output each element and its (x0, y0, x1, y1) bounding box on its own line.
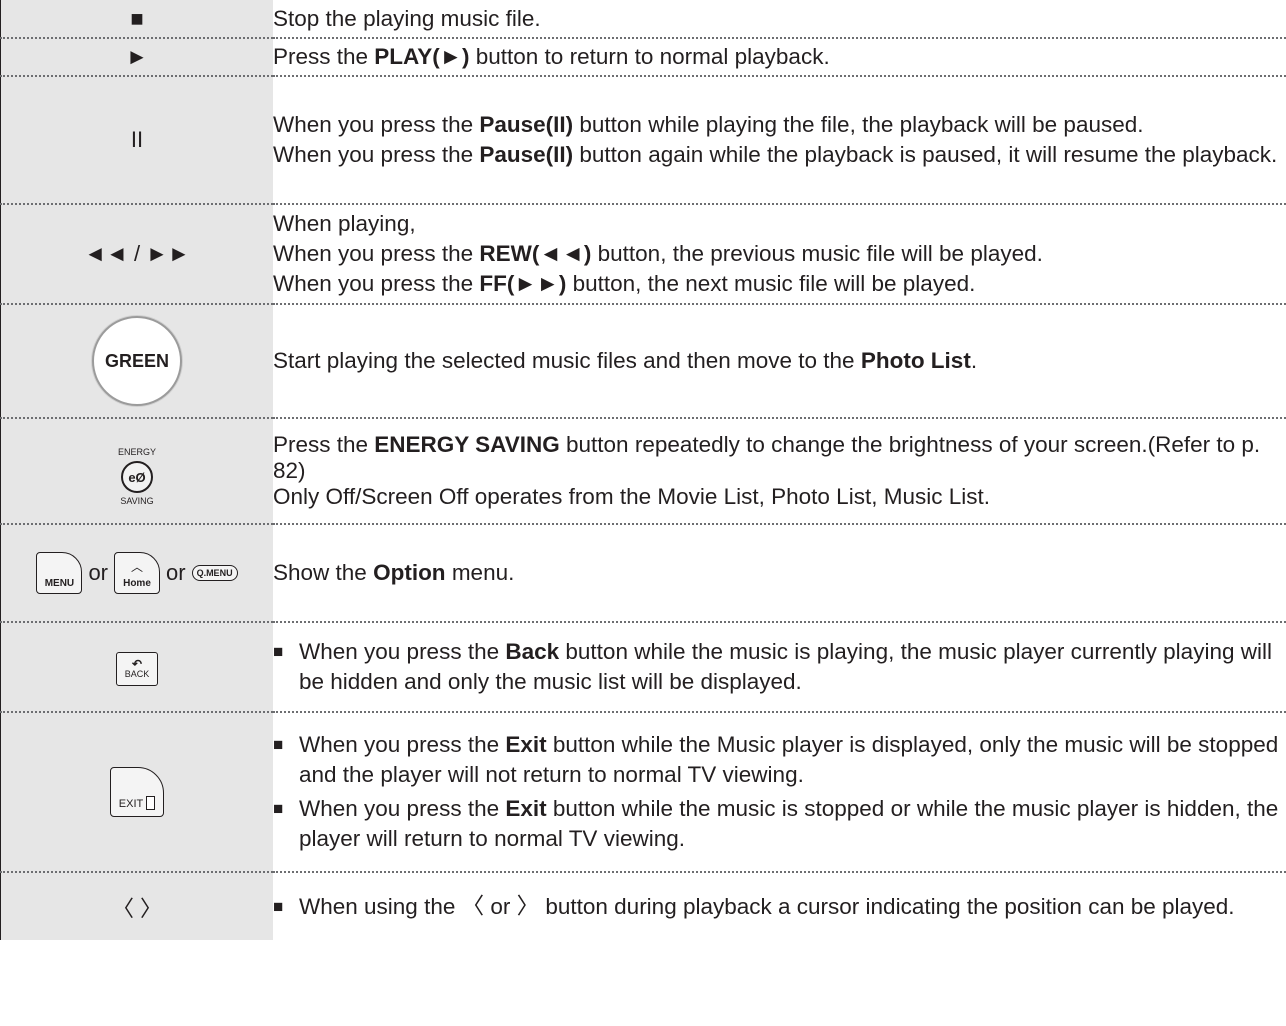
rew-ff-line-0: When playing, (273, 211, 416, 236)
pause-key: II (0, 76, 273, 205)
pause-l1-text-1: When you press the (273, 112, 480, 137)
back-bold: Back (505, 639, 560, 664)
exit-bullet-item-2: ■ When you press the Exit button while t… (273, 794, 1286, 854)
row-rew-ff: ◄◄ / ►► When playing, When you press the… (0, 204, 1286, 305)
green-text-1: Start playing the selected music files a… (273, 348, 861, 373)
row-option: MENU or ︿ Home or Q.MENU Show the Option … (0, 524, 1286, 623)
play-key: ► (0, 38, 273, 77)
exit-description: ■ When you press the Exit button while t… (273, 712, 1286, 873)
play-bold: PLAY(►) (374, 44, 470, 69)
stop-description: Stop the playing music file. (273, 0, 1286, 39)
energy-line-1: Press the ENERGY SAVING button repeatedl… (273, 432, 1286, 484)
cursor-bullet-text: When using the 〈 or 〉 button during play… (299, 894, 1235, 919)
pause-l1-bold: Pause(II) (479, 112, 574, 137)
cursor-key: 〈 〉 (0, 872, 273, 940)
option-description: Show the Option menu. (273, 524, 1286, 623)
green-description: Start playing the selected music files a… (273, 304, 1286, 419)
or-label-2: or (166, 560, 186, 585)
option-bold: Option (373, 560, 446, 585)
home-key-icon: ︿ Home (114, 552, 160, 594)
energy-line-2: Only Off/Screen Off operates from the Mo… (273, 484, 990, 509)
cursor-bullet-item: ■ When using the 〈 or 〉 button during pl… (273, 894, 1286, 919)
back-description: ■ When you press the Back button while t… (273, 622, 1286, 713)
option-keys: MENU or ︿ Home or Q.MENU (1, 552, 273, 594)
energy-label-bottom: SAVING (120, 496, 154, 506)
rew-ff-line-2: When you press the FF(►►) button, the ne… (273, 269, 1286, 299)
ff-bold: FF(►►) (479, 271, 567, 296)
ff-text-2: button, the next music file will be play… (566, 271, 976, 296)
back-key-label: BACK (124, 669, 150, 679)
green-key-cell: GREEN (0, 304, 273, 419)
bullet-icon: ■ (273, 642, 284, 661)
cursor-description: ■ When using the 〈 or 〉 button during pl… (273, 872, 1286, 940)
ff-text-1: When you press the (273, 271, 480, 296)
green-bold: Photo List (860, 348, 971, 373)
back-arrow-icon: ↶ (131, 657, 143, 671)
play-text-1: Press the (273, 44, 375, 69)
pause-line-1: When you press the Pause(II) button whil… (273, 110, 1286, 140)
energy-saving-icon: ENERGY eØ SAVING (118, 447, 156, 507)
back-key-icon: ↶ BACK (116, 652, 158, 686)
option-text-1: Show the (273, 560, 374, 585)
row-green: GREEN Start playing the selected music f… (0, 304, 1286, 419)
row-cursor: 〈 〉 ■ When using the 〈 or 〉 button durin… (0, 872, 1286, 940)
menu-key-icon: MENU (36, 552, 83, 594)
row-play: ► Press the PLAY(►) button to return to … (0, 38, 1286, 77)
exit-i2-text-1: When you press the (299, 796, 506, 821)
exit-door-icon (146, 796, 156, 810)
energy-key-cell: ENERGY eØ SAVING (0, 418, 273, 525)
play-description: Press the PLAY(►) button to return to no… (273, 38, 1286, 77)
back-bullet-item: ■ When you press the Back button while t… (273, 637, 1286, 697)
rew-bold: REW(◄◄) (479, 241, 592, 266)
pause-l1-text-2: button while playing the file, the playb… (573, 112, 1144, 137)
row-pause: II When you press the Pause(II) button w… (0, 76, 1286, 205)
rew-ff-line-1: When you press the REW(◄◄) button, the p… (273, 239, 1286, 269)
pause-l2-text-1: When you press the (273, 142, 480, 167)
green-button-icon: GREEN (92, 316, 182, 406)
rew-ff-description: When playing, When you press the REW(◄◄)… (273, 204, 1286, 305)
exit-key-icon: EXIT (110, 767, 164, 817)
exit-bullet-text-2: When you press the Exit button while the… (299, 794, 1286, 854)
exit-i2-bold: Exit (505, 796, 547, 821)
rew-text-2: button, the previous music file will be … (591, 241, 1043, 266)
exit-key-cell: EXIT (0, 712, 273, 873)
bullet-icon: ■ (273, 799, 284, 818)
exit-i1-text-1: When you press the (299, 732, 506, 757)
bullet-icon: ■ (273, 735, 284, 754)
exit-bullet-text-1: When you press the Exit button while the… (299, 730, 1286, 790)
pause-description: When you press the Pause(II) button whil… (273, 76, 1286, 205)
green-text-2: . (970, 348, 978, 373)
bullet-icon: ■ (273, 897, 284, 916)
energy-text-1: Press the (273, 432, 375, 457)
energy-symbol: eØ (120, 461, 153, 493)
row-stop: ■ Stop the playing music file. (0, 0, 1286, 39)
row-energy: ENERGY eØ SAVING Press the ENERGY SAVING… (0, 418, 1286, 525)
or-label-1: or (88, 560, 108, 585)
energy-bold: ENERGY SAVING (374, 432, 560, 457)
pause-l2-bold: Pause(II) (479, 142, 574, 167)
energy-description: Press the ENERGY SAVING button repeatedl… (273, 418, 1286, 525)
pause-l2-text-2: button again while the playback is pause… (573, 142, 1278, 167)
qmenu-key-icon: Q.MENU (191, 565, 238, 581)
exit-bullet-item-1: ■ When you press the Exit button while t… (273, 730, 1286, 790)
pause-line-2: When you press the Pause(II) button agai… (273, 140, 1286, 170)
exit-i1-bold: Exit (505, 732, 547, 757)
remote-function-table: ■ Stop the playing music file. ► Press t… (0, 0, 1286, 940)
play-text-2: button to return to normal playback. (469, 44, 830, 69)
home-icon: ︿ (130, 560, 144, 574)
option-text-2: menu. (445, 560, 515, 585)
exit-key-label: EXIT (118, 798, 144, 810)
back-bullet-text: When you press the Back button while the… (299, 637, 1286, 697)
row-exit: EXIT ■ When you press the Exit button wh… (0, 712, 1286, 873)
back-key-cell: ↶ BACK (0, 622, 273, 713)
option-key-cell: MENU or ︿ Home or Q.MENU (0, 524, 273, 623)
energy-label-top: ENERGY (117, 447, 156, 457)
home-key-label: Home (123, 578, 151, 589)
row-back: ↶ BACK ■ When you press the Back button w… (0, 622, 1286, 713)
stop-key: ■ (0, 0, 273, 39)
rew-text-1: When you press the (273, 241, 480, 266)
back-text-1: When you press the (299, 639, 506, 664)
rew-ff-key: ◄◄ / ►► (0, 204, 273, 305)
